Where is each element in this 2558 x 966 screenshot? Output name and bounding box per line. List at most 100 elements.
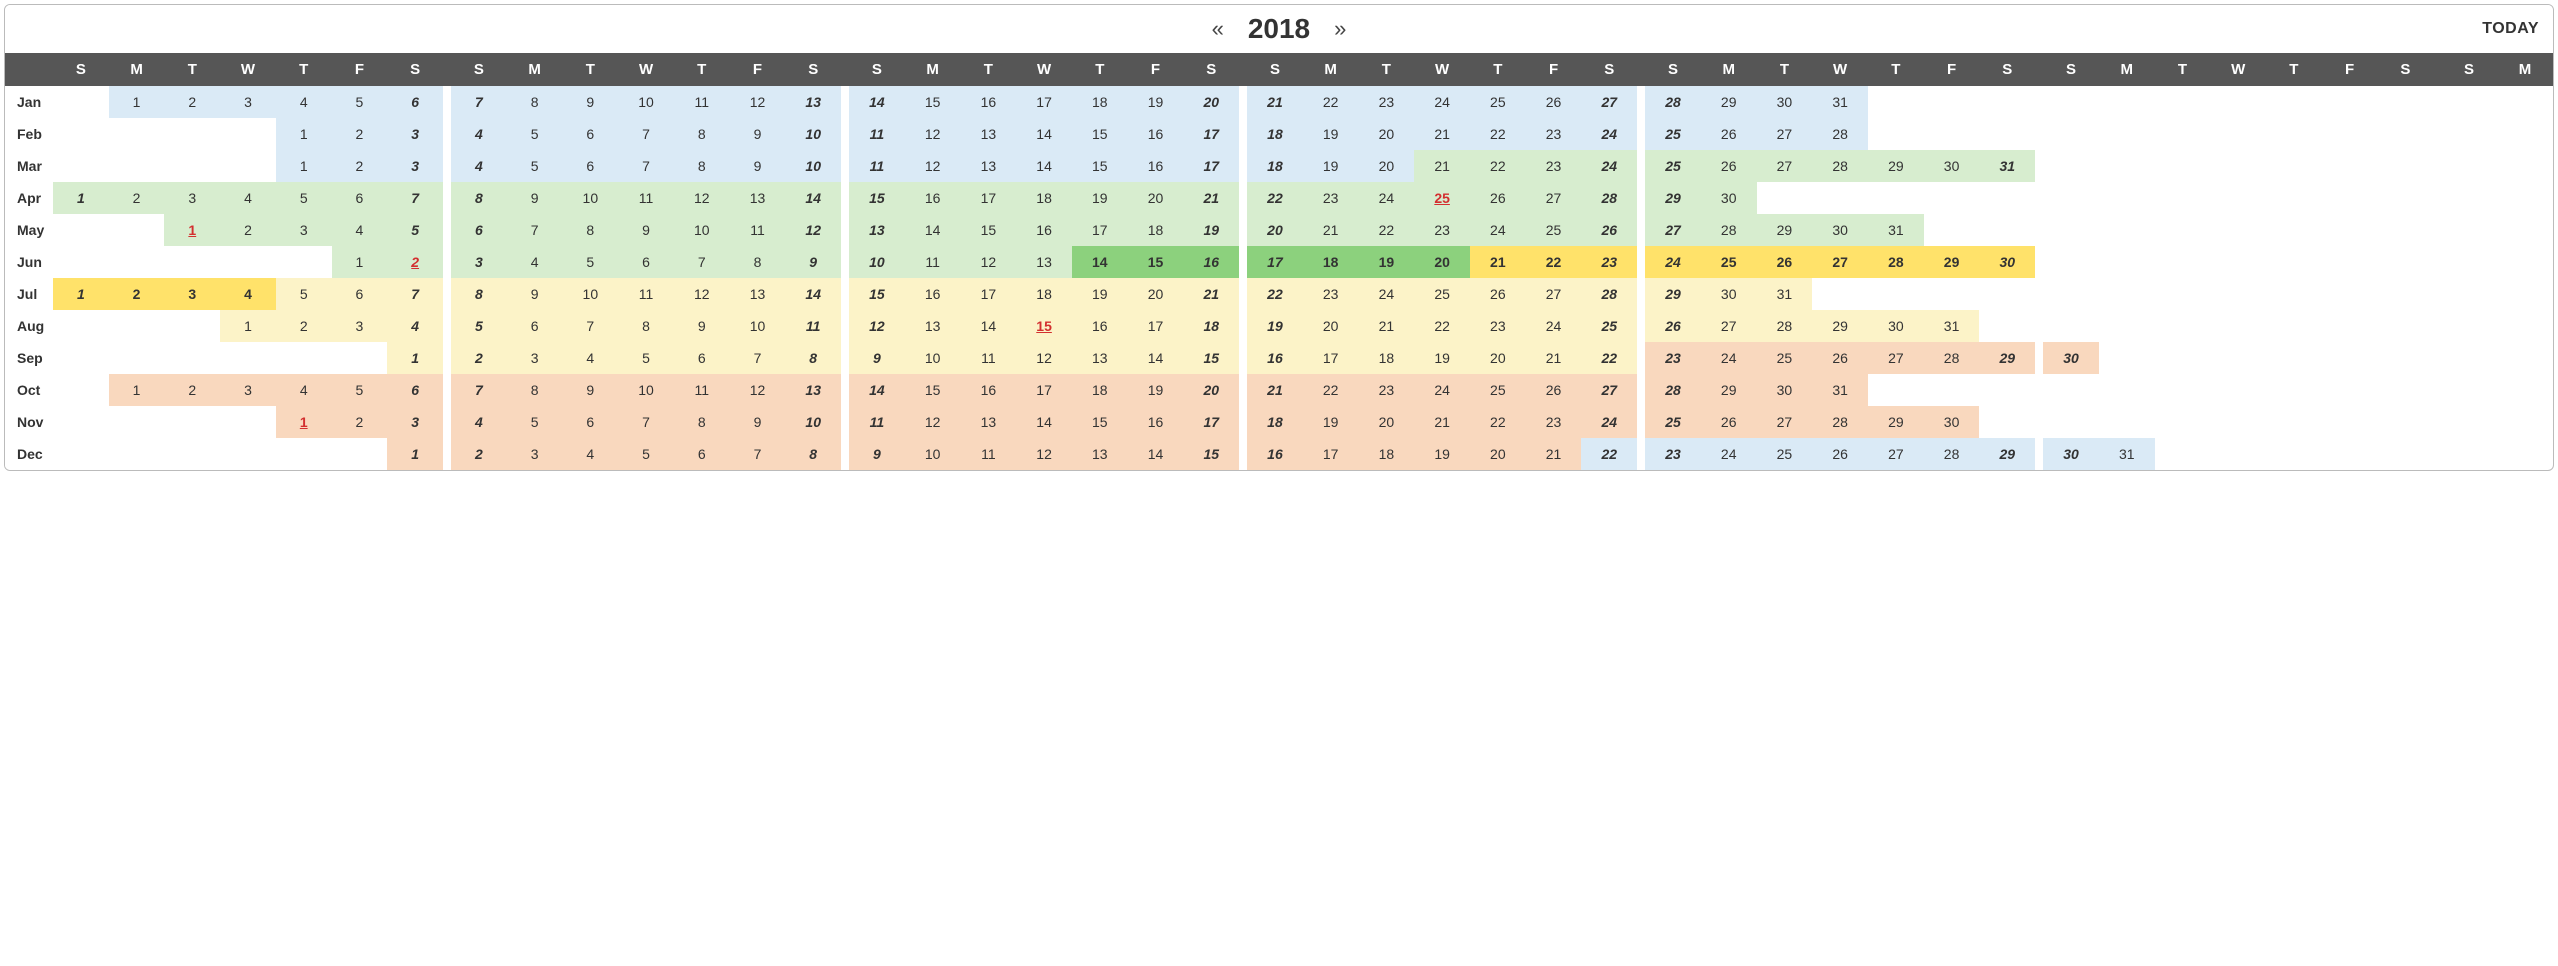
day-cell[interactable]: 29 xyxy=(1868,150,1924,182)
day-cell[interactable]: 24 xyxy=(1701,438,1757,470)
day-cell[interactable]: 8 xyxy=(451,278,507,310)
day-cell[interactable]: 15 xyxy=(849,278,905,310)
day-cell[interactable]: 4 xyxy=(562,342,618,374)
day-cell[interactable]: 7 xyxy=(730,342,786,374)
day-cell[interactable]: 7 xyxy=(562,310,618,342)
day-cell[interactable]: 14 xyxy=(905,214,961,246)
day-cell[interactable]: 23 xyxy=(1470,310,1526,342)
day-cell[interactable]: 13 xyxy=(905,310,961,342)
day-cell[interactable]: 4 xyxy=(220,182,276,214)
day-cell[interactable]: 9 xyxy=(730,406,786,438)
day-cell[interactable]: 18 xyxy=(1128,214,1184,246)
day-cell[interactable]: 2 xyxy=(109,182,165,214)
day-cell[interactable]: 5 xyxy=(276,182,332,214)
day-cell[interactable]: 11 xyxy=(849,118,905,150)
day-cell[interactable]: 22 xyxy=(1526,246,1582,278)
day-cell[interactable]: 6 xyxy=(387,86,443,118)
day-cell[interactable]: 12 xyxy=(905,406,961,438)
day-cell[interactable]: 9 xyxy=(730,150,786,182)
day-cell[interactable]: 25 xyxy=(1414,182,1470,214)
day-cell[interactable]: 1 xyxy=(220,310,276,342)
day-cell[interactable]: 13 xyxy=(1072,342,1128,374)
day-cell[interactable]: 15 xyxy=(905,374,961,406)
day-cell[interactable]: 3 xyxy=(276,214,332,246)
day-cell[interactable]: 27 xyxy=(1581,374,1637,406)
day-cell[interactable]: 30 xyxy=(1701,182,1757,214)
day-cell[interactable]: 13 xyxy=(1016,246,1072,278)
day-cell[interactable]: 20 xyxy=(1414,246,1470,278)
day-cell[interactable]: 5 xyxy=(332,374,388,406)
day-cell[interactable]: 15 xyxy=(1016,310,1072,342)
day-cell[interactable]: 6 xyxy=(451,214,507,246)
day-cell[interactable]: 23 xyxy=(1303,278,1359,310)
day-cell[interactable]: 6 xyxy=(674,342,730,374)
day-cell[interactable]: 10 xyxy=(562,278,618,310)
day-cell[interactable]: 24 xyxy=(1359,182,1415,214)
day-cell[interactable]: 2 xyxy=(451,438,507,470)
day-cell[interactable]: 3 xyxy=(164,278,220,310)
day-cell[interactable]: 7 xyxy=(387,278,443,310)
day-cell[interactable]: 2 xyxy=(164,86,220,118)
day-cell[interactable]: 11 xyxy=(618,278,674,310)
day-cell[interactable]: 22 xyxy=(1581,438,1637,470)
day-cell[interactable]: 3 xyxy=(387,150,443,182)
day-cell[interactable]: 24 xyxy=(1701,342,1757,374)
day-cell[interactable]: 11 xyxy=(961,342,1017,374)
day-cell[interactable]: 29 xyxy=(1979,342,2035,374)
day-cell[interactable]: 11 xyxy=(730,214,786,246)
day-cell[interactable]: 17 xyxy=(1303,438,1359,470)
day-cell[interactable]: 27 xyxy=(1812,246,1868,278)
day-cell[interactable]: 9 xyxy=(562,86,618,118)
day-cell[interactable]: 30 xyxy=(2043,342,2099,374)
day-cell[interactable]: 13 xyxy=(1072,438,1128,470)
day-cell[interactable]: 16 xyxy=(1183,246,1239,278)
day-cell[interactable]: 24 xyxy=(1526,310,1582,342)
day-cell[interactable]: 23 xyxy=(1414,214,1470,246)
day-cell[interactable]: 17 xyxy=(961,278,1017,310)
day-cell[interactable]: 9 xyxy=(674,310,730,342)
day-cell[interactable]: 15 xyxy=(1072,118,1128,150)
day-cell[interactable]: 27 xyxy=(1701,310,1757,342)
day-cell[interactable]: 11 xyxy=(849,150,905,182)
day-cell[interactable]: 8 xyxy=(674,118,730,150)
day-cell[interactable]: 21 xyxy=(1247,374,1303,406)
day-cell[interactable]: 15 xyxy=(849,182,905,214)
day-cell[interactable]: 28 xyxy=(1868,246,1924,278)
day-cell[interactable]: 6 xyxy=(387,374,443,406)
day-cell[interactable]: 13 xyxy=(961,150,1017,182)
day-cell[interactable]: 12 xyxy=(730,374,786,406)
day-cell[interactable]: 20 xyxy=(1303,310,1359,342)
day-cell[interactable]: 9 xyxy=(618,214,674,246)
day-cell[interactable]: 20 xyxy=(1247,214,1303,246)
day-cell[interactable]: 24 xyxy=(1581,406,1637,438)
day-cell[interactable]: 4 xyxy=(387,310,443,342)
day-cell[interactable]: 10 xyxy=(849,246,905,278)
day-cell[interactable]: 18 xyxy=(1247,150,1303,182)
day-cell[interactable]: 6 xyxy=(562,150,618,182)
day-cell[interactable]: 30 xyxy=(1701,278,1757,310)
day-cell[interactable]: 30 xyxy=(1924,150,1980,182)
day-cell[interactable]: 14 xyxy=(849,374,905,406)
day-cell[interactable]: 23 xyxy=(1303,182,1359,214)
day-cell[interactable]: 9 xyxy=(730,118,786,150)
day-cell[interactable]: 28 xyxy=(1581,278,1637,310)
day-cell[interactable]: 20 xyxy=(1128,278,1184,310)
day-cell[interactable]: 26 xyxy=(1470,182,1526,214)
day-cell[interactable]: 25 xyxy=(1757,342,1813,374)
day-cell[interactable]: 25 xyxy=(1581,310,1637,342)
day-cell[interactable]: 6 xyxy=(674,438,730,470)
day-cell[interactable]: 23 xyxy=(1645,342,1701,374)
day-cell[interactable]: 8 xyxy=(785,342,841,374)
day-cell[interactable]: 10 xyxy=(905,342,961,374)
day-cell[interactable]: 1 xyxy=(276,406,332,438)
day-cell[interactable]: 22 xyxy=(1470,118,1526,150)
day-cell[interactable]: 28 xyxy=(1924,342,1980,374)
day-cell[interactable]: 15 xyxy=(1183,342,1239,374)
day-cell[interactable]: 9 xyxy=(562,374,618,406)
day-cell[interactable]: 11 xyxy=(785,310,841,342)
day-cell[interactable]: 13 xyxy=(730,278,786,310)
day-cell[interactable]: 28 xyxy=(1812,118,1868,150)
day-cell[interactable]: 1 xyxy=(53,182,109,214)
day-cell[interactable]: 7 xyxy=(507,214,563,246)
day-cell[interactable]: 29 xyxy=(1645,182,1701,214)
